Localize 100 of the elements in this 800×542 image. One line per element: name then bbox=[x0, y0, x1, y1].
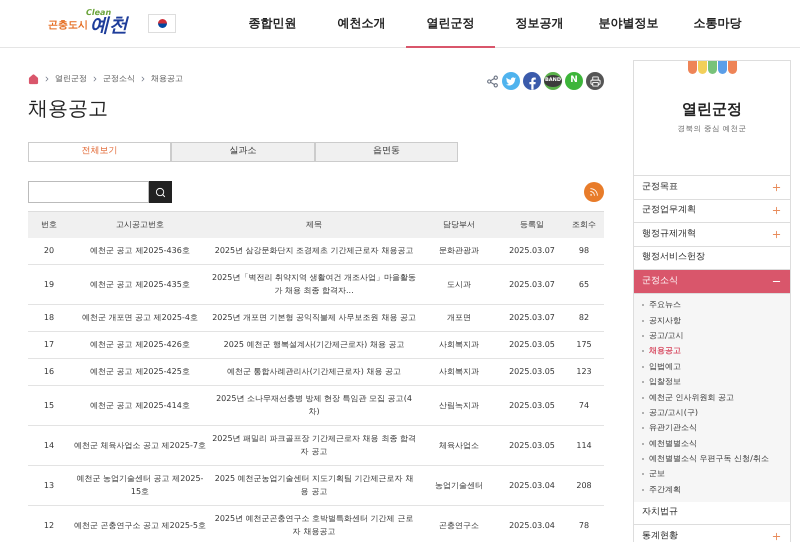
nav-link[interactable]: 열린군정 bbox=[406, 0, 495, 48]
department-cell-text: 농업기술센터 bbox=[434, 480, 484, 492]
plus-icon bbox=[771, 205, 782, 216]
department-cell-text: 산림녹지과 bbox=[438, 400, 480, 412]
department-cell-text: 사회복지과 bbox=[438, 339, 480, 351]
search-button[interactable] bbox=[149, 181, 172, 203]
notice-number-cell-text: 예천군 체육사업소 공고 제2025-7호 bbox=[73, 440, 207, 452]
number-cell-text: 12 bbox=[42, 520, 56, 532]
submenu-link[interactable]: 예천별별소식 우편구독 신청/취소 bbox=[649, 453, 769, 466]
number-cell-text: 13 bbox=[42, 480, 56, 492]
column-header: 담당부서 bbox=[418, 212, 500, 238]
submenu-link[interactable]: 입찰정보 bbox=[649, 376, 681, 388]
date-cell-text: 2025.03.05 bbox=[508, 440, 556, 452]
submenu-link[interactable]: 입법예고 bbox=[649, 360, 681, 373]
chevron-icon bbox=[139, 75, 147, 83]
sidebar-menu-item[interactable]: 행정규제개혁 bbox=[633, 223, 791, 246]
views-cell-text: 82 bbox=[578, 312, 590, 324]
views-cell-text: 65 bbox=[578, 278, 590, 290]
number-cell-text: 15 bbox=[42, 400, 56, 412]
page-title: 채용공고 bbox=[28, 95, 109, 122]
column-header: 번호 bbox=[28, 212, 70, 238]
letter-f-icon[interactable] bbox=[523, 72, 541, 90]
logo-wordmark[interactable]: 예천 bbox=[90, 16, 128, 34]
nav-link[interactable]: 종합민원 bbox=[228, 0, 317, 48]
nav-link[interactable]: 정보공개 bbox=[495, 0, 584, 48]
sidebar-title: 열린군정 bbox=[682, 99, 742, 120]
rss-icon[interactable] bbox=[584, 182, 604, 202]
submenu-link[interactable]: 예천군 인사위원회 공고 bbox=[649, 392, 734, 404]
filter-tab[interactable]: 전체보기 bbox=[28, 142, 172, 162]
notice-number-cell-text: 예천군 공고 제2025-436호 bbox=[89, 245, 191, 257]
sidebar-menu-item[interactable]: 군정업무계획 bbox=[633, 200, 791, 223]
sidebar-menu-item[interactable]: 통계현황 bbox=[633, 525, 791, 542]
sidebar-menu-item[interactable]: 군정목표 bbox=[633, 176, 791, 200]
number-cell-text: 17 bbox=[42, 339, 56, 351]
nav-link[interactable]: 예천소개 bbox=[317, 0, 406, 48]
rss-feed-icon bbox=[589, 187, 599, 197]
breadcrumb-link[interactable]: 군정소식 bbox=[103, 73, 135, 85]
date-cell-text: 2025.03.05 bbox=[508, 339, 556, 351]
column-header: 등록일 bbox=[500, 212, 564, 238]
print-icon[interactable] bbox=[586, 72, 604, 90]
sidebar-menu-item[interactable]: 군정소식 bbox=[633, 270, 791, 294]
date-cell-text: 2025.03.05 bbox=[508, 400, 556, 412]
filter-tab[interactable]: 실과소 bbox=[171, 142, 315, 162]
department-cell-text: 도시과 bbox=[446, 278, 472, 290]
filter-tab[interactable]: 읍면동 bbox=[314, 142, 458, 162]
submenu-link[interactable]: 주요뉴스 bbox=[649, 299, 681, 312]
date-cell-text: 2025.03.07 bbox=[508, 278, 556, 290]
notice-number-cell-text: 예천군 농업기술센터 공고 제2025-15호 bbox=[76, 473, 204, 498]
date-cell-text: 2025.03.07 bbox=[508, 245, 556, 257]
plus-icon bbox=[771, 228, 782, 240]
home-icon[interactable] bbox=[28, 74, 39, 84]
search-field[interactable] bbox=[28, 181, 149, 203]
title-cell[interactable]: 2025년 소나무재선충병 방제 현장 특임관 모집 공고(4차) bbox=[212, 392, 416, 418]
chevron-icon bbox=[43, 75, 51, 83]
sidebar-menu-item[interactable]: 자치법규 bbox=[633, 502, 791, 526]
nav-link[interactable]: 소통마당 bbox=[673, 0, 762, 48]
title-cell[interactable]: 예천군 통합사례관리사(기간제근로자) 채용 공고 bbox=[212, 365, 416, 378]
title-cell[interactable]: 2025년「벽전리 취약지역 생활여건 개조사업」마을활동가 채용 최종 합격자... bbox=[212, 271, 416, 297]
submenu-link[interactable]: 유관기관소식 bbox=[649, 422, 697, 434]
submenu-link[interactable]: 공지사항 bbox=[649, 314, 681, 327]
nav-link[interactable]: 분야별정보 bbox=[584, 0, 673, 48]
department-cell-text: 체육사업소 bbox=[438, 440, 480, 452]
views-cell-text: 74 bbox=[578, 400, 590, 412]
plus-icon bbox=[771, 182, 782, 193]
department-cell-text: 곤충연구소 bbox=[438, 520, 480, 532]
chevron-icon bbox=[91, 75, 99, 83]
column-header: 제목 bbox=[210, 212, 418, 238]
notice-number-cell-text: 예천군 공고 제2025-435호 bbox=[89, 278, 191, 290]
number-cell-text: 20 bbox=[42, 245, 56, 257]
submenu-link[interactable]: 채용공고 bbox=[649, 345, 681, 358]
notice-number-cell-text: 예천군 공고 제2025-426호 bbox=[89, 339, 191, 351]
title-cell[interactable]: 2025년 예천군곤충연구소 호박벌특화센터 기간제 근로자 채용공고 bbox=[212, 512, 416, 538]
flag-icon[interactable] bbox=[148, 14, 176, 33]
title-cell[interactable]: 2025년 개포면 기본형 공익직불제 사무보조원 채용 공고 bbox=[212, 311, 416, 324]
department-cell-text: 개포면 bbox=[446, 312, 472, 324]
title-cell[interactable]: 2025 예천군 행복설계사(기간제근로자) 채용 공고 bbox=[212, 338, 416, 351]
breadcrumb-link[interactable]: 채용공고 bbox=[151, 73, 183, 85]
breadcrumb-link[interactable]: 열린군정 bbox=[55, 73, 87, 85]
number-cell-text: 16 bbox=[42, 366, 56, 378]
title-cell[interactable]: 2025년 삼강문화단지 조경제초 기간제근로자 채용공고 bbox=[212, 244, 416, 257]
submenu-link[interactable]: 예천별별소식 bbox=[649, 438, 697, 450]
share-icon[interactable] bbox=[486, 74, 499, 88]
title-cell[interactable]: 2025년 패밀리 파크골프장 기간제근로자 채용 최종 합격자 공고 bbox=[212, 432, 416, 458]
date-cell-text: 2025.03.04 bbox=[508, 480, 556, 492]
title-cell[interactable]: 2025 예천군농업기술센터 지도기획팀 기간제근로자 채용 공고 bbox=[212, 472, 416, 498]
views-cell-text: 175 bbox=[575, 339, 593, 351]
submenu-link[interactable]: 주간계획 bbox=[649, 484, 681, 496]
notice-number-cell-text: 예천군 공고 제2025-414호 bbox=[89, 400, 191, 412]
views-cell-text: 98 bbox=[578, 245, 590, 257]
number-cell-text: 19 bbox=[42, 278, 56, 290]
notice-number-cell-text: 예천군 곤충연구소 공고 제2025-5호 bbox=[73, 520, 207, 532]
submenu-link[interactable]: 공고/고시 bbox=[649, 330, 684, 342]
date-cell-text: 2025.03.07 bbox=[508, 312, 556, 324]
sidebar-menu-item[interactable]: 행정서비스헌장 bbox=[633, 246, 791, 270]
color-tabs-drawing bbox=[688, 61, 736, 74]
submenu-link[interactable]: 공고/고시(구) bbox=[649, 406, 698, 419]
number-cell-text: 14 bbox=[42, 440, 56, 452]
search-icon bbox=[155, 186, 166, 198]
views-cell-text: 114 bbox=[575, 440, 593, 452]
submenu-link[interactable]: 군보 bbox=[649, 468, 665, 480]
